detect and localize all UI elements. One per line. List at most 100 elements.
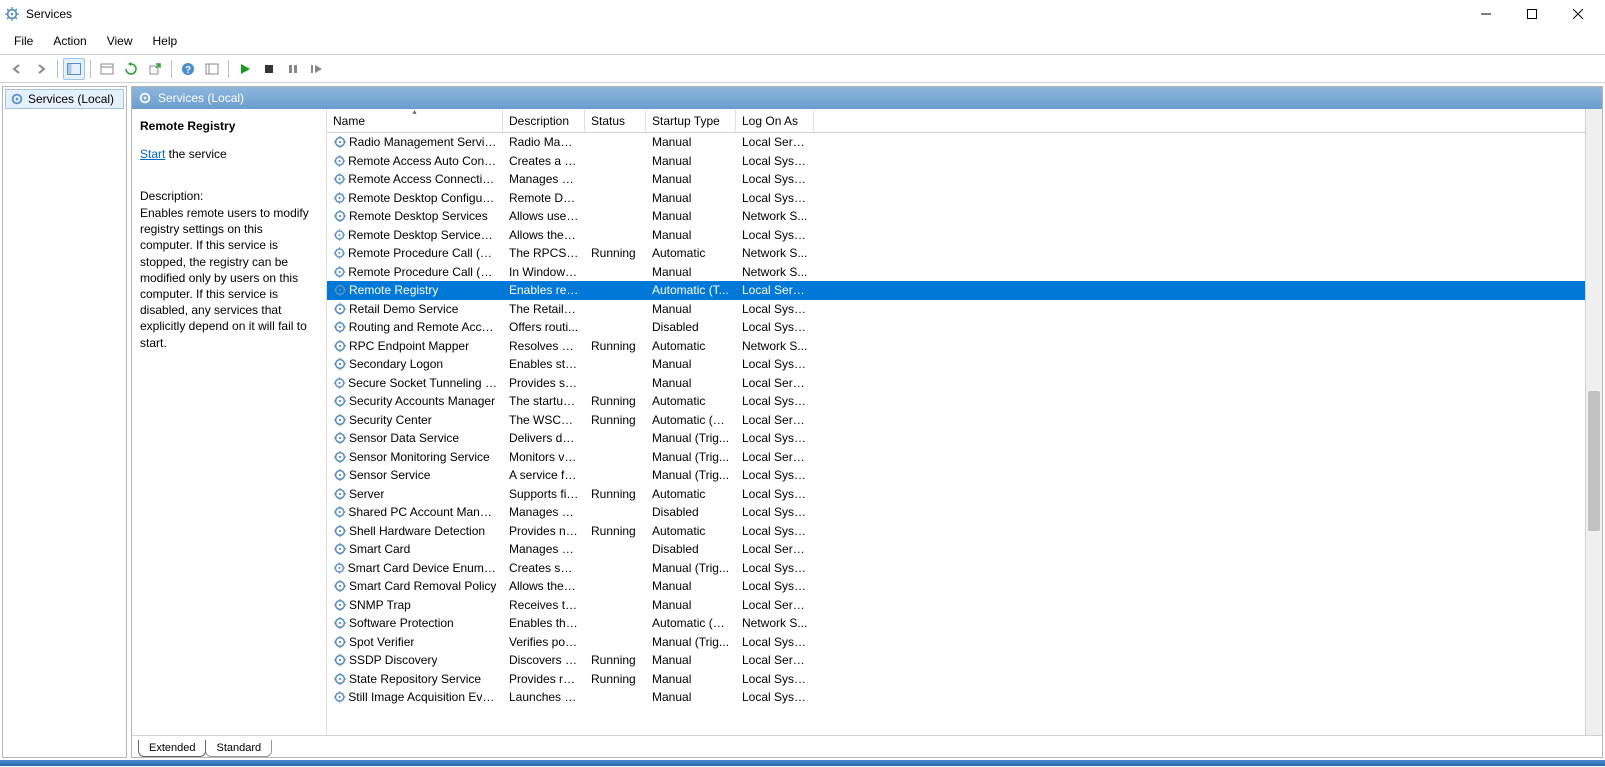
service-row[interactable]: Routing and Remote Access Offers routi...… [327, 318, 1585, 337]
service-row[interactable]: Security CenterThe WSCSV...RunningAutoma… [327, 411, 1585, 430]
service-row[interactable]: Software ProtectionEnables the ...Automa… [327, 614, 1585, 633]
service-row[interactable]: Retail Demo ServiceThe Retail D...Manual… [327, 300, 1585, 319]
menu-view[interactable]: View [97, 30, 143, 52]
service-row[interactable]: Spot VerifierVerifies pote...Manual (Tri… [327, 633, 1585, 652]
selected-service-name: Remote Registry [140, 119, 318, 133]
service-row[interactable]: Smart Card Removal PolicyAllows the s...… [327, 577, 1585, 596]
service-desc-cell: Receives tra... [503, 598, 585, 612]
service-row[interactable]: Sensor ServiceA service fo...Manual (Tri… [327, 466, 1585, 485]
service-row[interactable]: Sensor Data ServiceDelivers dat...Manual… [327, 429, 1585, 448]
service-logon-cell: Network S... [736, 616, 814, 630]
service-desc-cell: Enables rem... [503, 283, 585, 297]
service-startup-cell: Disabled [646, 542, 736, 556]
service-desc-cell: Creates soft... [503, 561, 585, 575]
service-startup-cell: Automatic [646, 524, 736, 538]
service-row[interactable]: Shared PC Account ManagerManages pr...Di… [327, 503, 1585, 522]
refresh-button[interactable] [120, 58, 142, 80]
forward-button[interactable] [30, 58, 52, 80]
service-row[interactable]: RPC Endpoint MapperResolves RP...Running… [327, 337, 1585, 356]
service-row[interactable]: Secure Socket Tunneling Pr...Provides su… [327, 374, 1585, 393]
service-row[interactable]: State Repository ServiceProvides re...Ru… [327, 670, 1585, 689]
tree-root-services-local[interactable]: Services (Local) [5, 89, 124, 109]
service-logon-cell: Local Service [736, 283, 814, 297]
service-row[interactable]: Remote Procedure Call (RPC)The RPCSS ...… [327, 244, 1585, 263]
col-status[interactable]: Status [585, 109, 646, 132]
service-row[interactable]: Smart CardManages ac...DisabledLocal Ser… [327, 540, 1585, 559]
service-name-cell: Security Center [349, 413, 432, 427]
maximize-button[interactable] [1509, 0, 1555, 28]
service-desc-cell: Allows user... [503, 209, 585, 223]
service-row[interactable]: Shell Hardware DetectionProvides no...Ru… [327, 522, 1585, 541]
service-startup-cell: Manual (Trig... [646, 468, 736, 482]
services-icon [10, 92, 24, 106]
properties-button[interactable] [96, 58, 118, 80]
service-desc-cell: Creates a co... [503, 154, 585, 168]
export-button[interactable] [144, 58, 166, 80]
service-row[interactable]: ServerSupports fil...RunningAutomaticLoc… [327, 485, 1585, 504]
manage-button[interactable] [201, 58, 223, 80]
minimize-button[interactable] [1463, 0, 1509, 28]
service-logon-cell: Local Syste... [736, 154, 814, 168]
service-name-cell: Sensor Data Service [349, 431, 459, 445]
service-logon-cell: Local Syste... [736, 635, 814, 649]
start-service-link[interactable]: Start [140, 147, 165, 161]
service-name-cell: Routing and Remote Access [349, 320, 497, 334]
menu-help[interactable]: Help [143, 30, 188, 52]
service-name-cell: Software Protection [349, 616, 454, 630]
service-row[interactable]: Secondary LogonEnables star...ManualLoca… [327, 355, 1585, 374]
back-button[interactable] [6, 58, 28, 80]
service-name-cell: Server [349, 487, 384, 501]
service-icon [333, 209, 347, 223]
service-row[interactable]: Remote Desktop ServicesAllows user...Man… [327, 207, 1585, 226]
stop-service-button[interactable] [258, 58, 280, 80]
menu-action[interactable]: Action [43, 30, 96, 52]
service-row[interactable]: Remote Desktop Services U...Allows the r… [327, 226, 1585, 245]
service-desc-cell: Radio Mana... [503, 135, 585, 149]
service-startup-cell: Manual [646, 690, 736, 704]
col-startup-type[interactable]: Startup Type [646, 109, 736, 132]
service-row[interactable]: Remote Desktop Configurat...Remote Des..… [327, 189, 1585, 208]
service-row[interactable]: Remote RegistryEnables rem...Automatic (… [327, 281, 1585, 300]
service-desc-cell: Offers routi... [503, 320, 585, 334]
service-row[interactable]: Remote Procedure Call (RP...In Windows..… [327, 263, 1585, 282]
toolbar-separator [90, 60, 91, 78]
col-name[interactable]: Name▴ [327, 109, 503, 132]
service-desc-cell: Delivers dat... [503, 431, 585, 445]
menu-file[interactable]: File [4, 30, 43, 52]
service-name-cell: Remote Access Auto Conne... [348, 154, 497, 168]
restart-service-button[interactable] [306, 58, 328, 80]
tab-extended[interactable]: Extended [138, 740, 206, 757]
help-button[interactable]: ? [177, 58, 199, 80]
start-service-button[interactable] [234, 58, 256, 80]
service-status-cell: Running [585, 394, 646, 408]
service-logon-cell: Local Syste... [736, 561, 814, 575]
service-row[interactable]: Sensor Monitoring ServiceMonitors va...M… [327, 448, 1585, 467]
service-startup-cell: Manual (Trig... [646, 635, 736, 649]
col-description[interactable]: Description [503, 109, 585, 132]
service-desc-cell: In Windows... [503, 265, 585, 279]
show-hide-tree-button[interactable] [63, 58, 85, 80]
service-logon-cell: Local Syste... [736, 672, 814, 686]
col-log-on-as[interactable]: Log On As [736, 109, 814, 132]
service-row[interactable]: Security Accounts ManagerThe startup ...… [327, 392, 1585, 411]
service-row[interactable]: Smart Card Device Enumera...Creates soft… [327, 559, 1585, 578]
service-logon-cell: Local Syste... [736, 468, 814, 482]
tab-standard[interactable]: Standard [205, 740, 272, 757]
service-row[interactable]: Radio Management ServiceRadio Mana...Man… [327, 133, 1585, 152]
console-tree[interactable]: Services (Local) [2, 86, 127, 758]
vertical-scrollbar[interactable] [1585, 109, 1602, 735]
service-startup-cell: Manual [646, 172, 736, 186]
service-row[interactable]: Remote Access Connection...Manages di...… [327, 170, 1585, 189]
service-startup-cell: Automatic [646, 394, 736, 408]
service-desc-cell: Supports fil... [503, 487, 585, 501]
service-icon [333, 653, 347, 667]
close-button[interactable] [1555, 0, 1601, 28]
service-row[interactable]: Remote Access Auto Conne... Creates a co.… [327, 152, 1585, 171]
pause-service-button[interactable] [282, 58, 304, 80]
service-row[interactable]: SNMP TrapReceives tra...ManualLocal Serv… [327, 596, 1585, 615]
service-row[interactable]: SSDP DiscoveryDiscovers n...RunningManua… [327, 651, 1585, 670]
service-logon-cell: Local Service [736, 376, 814, 390]
scrollbar-thumb[interactable] [1588, 391, 1600, 531]
service-row[interactable]: Still Image Acquisition EventsLaunches a… [327, 688, 1585, 707]
svg-text:?: ? [185, 65, 191, 76]
